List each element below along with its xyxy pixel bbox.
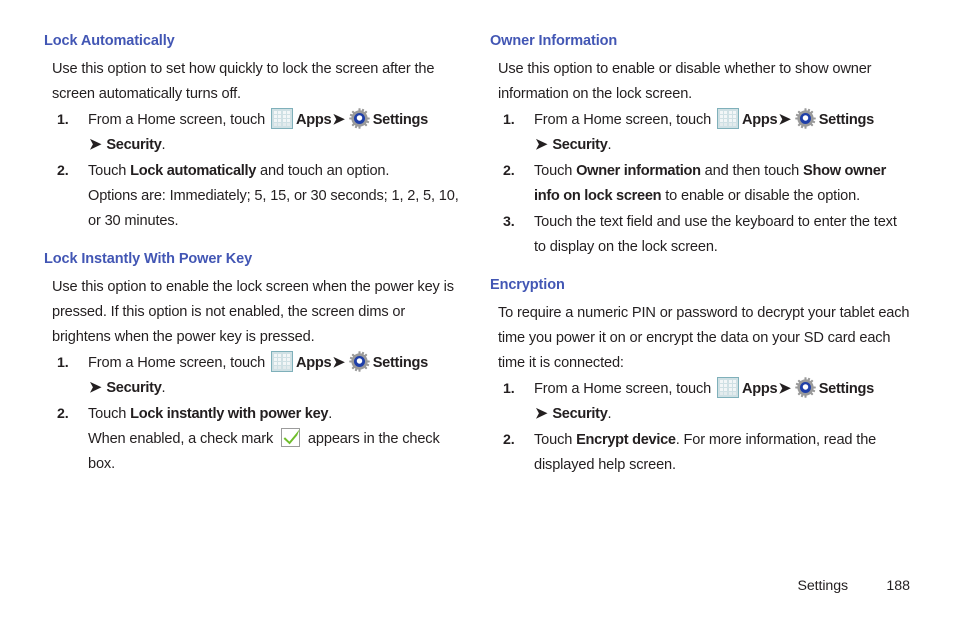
steps-lock-instantly: 1. From a Home screen, touch Apps➤ Settin… — [44, 351, 464, 477]
section-lock-instantly-with-power-key: Lock Instantly With Power Key Use this o… — [44, 250, 464, 477]
apps-label: Apps — [296, 112, 332, 128]
continuation-suffix: . — [607, 406, 612, 422]
step-item: 2. Touch Lock automatically and touch an… — [44, 159, 464, 234]
step-continuation: ➤ Security. — [534, 133, 910, 158]
arrow-icon: ➤ — [332, 111, 345, 128]
step-item: 2. Touch Owner information and then touc… — [490, 159, 910, 209]
step-text-prefix: Touch — [534, 163, 577, 179]
step-text-suffix: and touch an option. — [256, 163, 390, 179]
page-footer: Settings 188 — [0, 578, 954, 600]
settings-gear-icon — [349, 108, 370, 129]
arrow-icon: ➤ — [89, 136, 102, 153]
step-continuation: ➤ Security. — [88, 376, 464, 401]
arrow-icon: ➤ — [778, 111, 791, 128]
arrow-icon: ➤ — [332, 354, 345, 371]
intro-text-owner-information: Use this option to enable or disable whe… — [498, 61, 872, 102]
settings-label: Settings — [818, 112, 874, 128]
step-sub-line: When enabled, a check mark appears in th… — [88, 427, 464, 477]
apps-grid-icon — [271, 351, 294, 372]
security-label: Security — [552, 137, 608, 153]
section-owner-information: Owner Information Use this option to ena… — [490, 32, 910, 260]
apps-grid-icon — [717, 108, 740, 129]
step-bold-term: Lock automatically — [130, 163, 257, 179]
right-column: Owner Information Use this option to ena… — [490, 32, 910, 478]
settings-label: Settings — [372, 355, 428, 371]
step-item: 3. Touch the text field and use the keyb… — [490, 210, 910, 260]
step-bold-term: Encrypt device — [576, 432, 676, 448]
step-number: 3. — [503, 214, 515, 230]
step-text-suffix: . — [328, 406, 333, 422]
section-encryption: Encryption To require a numeric PIN or p… — [490, 276, 910, 478]
arrow-icon: ➤ — [89, 379, 102, 396]
security-label: Security — [106, 380, 162, 396]
settings-gear-icon — [349, 351, 370, 372]
step-number: 2. — [57, 163, 69, 179]
step-text-lead: From a Home screen, touch — [534, 381, 716, 397]
section-heading-lock-instantly: Lock Instantly With Power Key — [44, 251, 253, 267]
section-lock-automatically: Lock Automatically Use this option to se… — [44, 32, 464, 234]
settings-gear-icon — [795, 377, 816, 398]
steps-lock-automatically: 1. From a Home screen, touch Apps➤ Settin… — [44, 108, 464, 234]
security-label: Security — [552, 406, 608, 422]
footer-chapter-label: Settings — [797, 578, 849, 594]
continuation-suffix: . — [607, 137, 612, 153]
intro-text-encryption: To require a numeric PIN or password to … — [498, 305, 910, 371]
steps-encryption: 1. From a Home screen, touch Apps➤ Settin… — [490, 377, 910, 478]
step-text-suffix: to enable or disable the option. — [661, 188, 861, 204]
continuation-suffix: . — [161, 380, 166, 396]
security-label: Security — [106, 137, 162, 153]
settings-label: Settings — [372, 112, 428, 128]
step-text-lead: From a Home screen, touch — [534, 112, 716, 128]
settings-gear-icon — [795, 108, 816, 129]
step-text-plain: Touch the text field and use the keyboar… — [534, 214, 897, 255]
section-heading-encryption: Encryption — [490, 277, 565, 293]
step-text-prefix: Touch — [534, 432, 577, 448]
sub-text-before-checkbox: When enabled, a check mark — [88, 431, 278, 447]
step-item: 2. Touch Encrypt device. For more inform… — [490, 428, 910, 478]
step-bold-term: Lock instantly with power key — [130, 406, 329, 422]
step-number: 2. — [503, 432, 515, 448]
step-text-prefix: Touch — [88, 163, 131, 179]
step-text-prefix: Touch — [88, 406, 131, 422]
step-sub-line: Options are: Immediately; 5, 15, or 30 s… — [88, 188, 459, 229]
apps-grid-icon — [717, 377, 740, 398]
steps-owner-information: 1. From a Home screen, touch Apps➤ Settin… — [490, 108, 910, 260]
intro-text-lock-automatically: Use this option to set how quickly to lo… — [52, 61, 435, 102]
step-bold-term: Owner information — [576, 163, 701, 179]
step-continuation: ➤ Security. — [534, 402, 910, 427]
settings-label: Settings — [818, 381, 874, 397]
section-heading-owner-information: Owner Information — [490, 33, 618, 49]
arrow-icon: ➤ — [535, 136, 548, 153]
step-text-lead: From a Home screen, touch — [88, 355, 270, 371]
step-text-lead: From a Home screen, touch — [88, 112, 270, 128]
step-item: 1. From a Home screen, touch Apps➤ Settin… — [44, 108, 464, 158]
continuation-suffix: . — [161, 137, 166, 153]
apps-grid-icon — [271, 108, 294, 129]
arrow-icon: ➤ — [535, 405, 548, 422]
section-heading-lock-automatically: Lock Automatically — [44, 33, 175, 49]
arrow-icon: ➤ — [778, 380, 791, 397]
left-column: Lock Automatically Use this option to se… — [44, 32, 464, 477]
apps-label: Apps — [742, 112, 778, 128]
step-number: 1. — [57, 355, 69, 371]
green-checkmark-icon — [281, 428, 301, 447]
intro-text-lock-instantly: Use this option to enable the lock scree… — [52, 279, 454, 345]
step-text-middle: and then touch — [700, 163, 804, 179]
step-item: 1. From a Home screen, touch Apps➤ Settin… — [44, 351, 464, 401]
apps-label: Apps — [742, 381, 778, 397]
step-number: 1. — [503, 112, 515, 128]
step-number: 2. — [503, 163, 515, 179]
footer-page-number: 188 — [886, 578, 910, 594]
step-number: 2. — [57, 406, 69, 422]
apps-label: Apps — [296, 355, 332, 371]
step-item: 2. Touch Lock instantly with power key. … — [44, 402, 464, 477]
manual-page: Lock Automatically Use this option to se… — [0, 0, 954, 636]
step-number: 1. — [503, 381, 515, 397]
step-continuation: ➤ Security. — [88, 133, 464, 158]
step-item: 1. From a Home screen, touch Apps➤ Settin… — [490, 108, 910, 158]
step-number: 1. — [57, 112, 69, 128]
step-item: 1. From a Home screen, touch Apps➤ Settin… — [490, 377, 910, 427]
